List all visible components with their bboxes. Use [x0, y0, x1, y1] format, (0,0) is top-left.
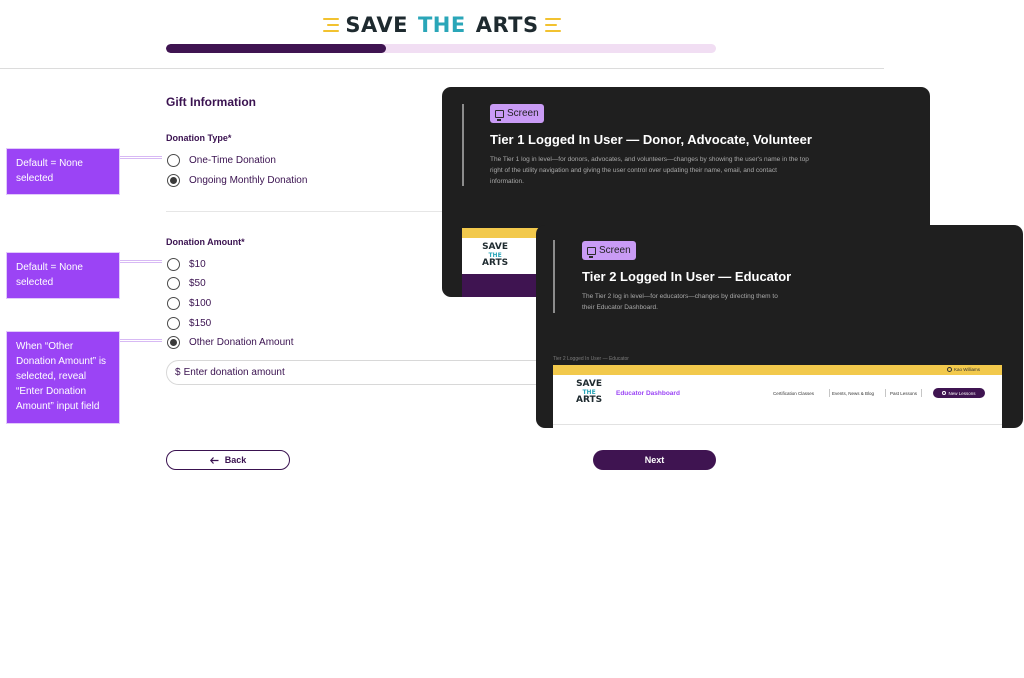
- preview-utility-bar: [553, 365, 1002, 375]
- radio-label: One-Time Donation: [189, 154, 276, 166]
- radio-amount-100[interactable]: $100: [167, 296, 211, 310]
- donation-amount-input[interactable]: $ Enter donation amount: [166, 360, 566, 385]
- next-label: Next: [644, 455, 665, 465]
- user-icon: [947, 367, 952, 372]
- nav-separator: [829, 389, 830, 397]
- annotation-type-default: Default = None selected: [6, 148, 120, 195]
- new-lessons-label: New Lessons: [948, 390, 976, 396]
- back-label: Back: [224, 455, 247, 465]
- nav-separator: [921, 389, 922, 397]
- radio-label: $150: [189, 317, 212, 329]
- form-progress-bar: [166, 44, 716, 53]
- card-description: The Tier 1 log in level—for donors, advo…: [490, 156, 809, 185]
- preview-utility-bar: [462, 228, 542, 238]
- frame-caption: Tier 2 Logged In User — Educator: [553, 356, 629, 362]
- logo-word-arts: ARTS: [475, 13, 539, 37]
- card-description: The Tier 2 log in level—for educators—ch…: [582, 293, 778, 311]
- radio-ongoing-monthly-donation[interactable]: Ongoing Monthly Donation: [167, 173, 307, 187]
- screen-chip: Screen: [582, 241, 636, 260]
- radio-button[interactable]: [167, 276, 180, 290]
- annotation-other-reveal: When “Other Donation Amount” is selected…: [6, 331, 120, 424]
- utility-user[interactable]: Kao Williams: [947, 367, 980, 372]
- chip-label: Screen: [599, 245, 631, 256]
- logo-left-dashes: [323, 18, 340, 32]
- radio-one-time-donation[interactable]: One-Time Donation: [167, 153, 276, 167]
- radio-button[interactable]: [167, 316, 180, 330]
- radio-label: $10: [189, 258, 206, 270]
- radio-amount-50[interactable]: $50: [167, 276, 206, 290]
- card-title: Tier 1 Logged In User — Donor, Advocate,…: [490, 132, 812, 147]
- nav-certification-classes[interactable]: Certification Classes: [773, 391, 814, 396]
- next-button[interactable]: Next: [593, 450, 716, 470]
- new-lessons-button[interactable]: New Lessons: [933, 388, 985, 398]
- radio-label: $50: [189, 277, 206, 289]
- arrow-left-icon: [209, 456, 219, 464]
- annotation-text: Default = None selected: [16, 262, 83, 288]
- donation-type-label: Donation Type*: [166, 133, 232, 143]
- card-accent-bar: [462, 104, 464, 186]
- progress-bar-fill: [166, 44, 386, 53]
- chip-label: Screen: [507, 108, 539, 119]
- card-accent-bar: [553, 240, 555, 313]
- card-title: Tier 2 Logged In User — Educator: [582, 269, 792, 284]
- annotation-connector: [120, 339, 162, 342]
- back-button[interactable]: Back: [166, 450, 290, 470]
- save-the-arts-logo[interactable]: SAVE THE ARTS: [323, 11, 561, 39]
- lessons-icon: [942, 391, 947, 395]
- annotation-text: Default = None selected: [16, 158, 83, 184]
- radio-button[interactable]: [167, 335, 180, 349]
- currency-prefix: $: [175, 367, 181, 378]
- educator-dashboard-label[interactable]: Educator Dashboard: [616, 390, 680, 397]
- annotation-text: When “Other Donation Amount” is selected…: [16, 341, 107, 412]
- radio-label: Ongoing Monthly Donation: [189, 174, 308, 186]
- header-divider: [0, 68, 884, 69]
- screen-card-tier-2: Screen Tier 2 Logged In User — Educator …: [536, 225, 1023, 428]
- nav-past-lessons[interactable]: Past Lessons: [890, 391, 917, 396]
- annotation-amount-default: Default = None selected: [6, 252, 120, 299]
- annotation-connector: [120, 156, 162, 159]
- preview-logo[interactable]: SAVE THE ARTS: [576, 380, 602, 405]
- logo-right-dashes: [544, 18, 561, 32]
- user-name: Kao Williams: [954, 367, 981, 372]
- radio-button[interactable]: [167, 296, 180, 310]
- preview-header-divider: [553, 424, 1002, 425]
- section-title: Gift Information: [166, 95, 256, 109]
- radio-label: $100: [189, 297, 212, 309]
- radio-button[interactable]: [167, 257, 180, 271]
- preview-header: [553, 375, 1002, 428]
- amount-placeholder: Enter donation amount: [183, 367, 285, 378]
- radio-amount-other[interactable]: Other Donation Amount: [167, 335, 294, 349]
- nav-events-news-blog[interactable]: Events, News & Blog: [832, 391, 874, 396]
- nav-separator: [885, 389, 886, 397]
- logo-word-the: THE: [417, 13, 466, 37]
- logo-word-save: SAVE: [345, 13, 408, 37]
- radio-amount-10[interactable]: $10: [167, 257, 206, 271]
- radio-amount-150[interactable]: $150: [167, 316, 211, 330]
- monitor-icon: [587, 246, 596, 258]
- radio-button[interactable]: [167, 153, 180, 167]
- monitor-icon: [495, 109, 504, 121]
- screen-chip: Screen: [490, 104, 544, 123]
- section-divider: [166, 211, 456, 212]
- preview-logo: SAVE THE ARTS: [482, 242, 509, 268]
- annotation-connector: [120, 260, 162, 263]
- donation-amount-label: Donation Amount*: [166, 237, 245, 247]
- radio-label: Other Donation Amount: [189, 336, 294, 348]
- preview-footer-band: [462, 274, 542, 297]
- radio-button[interactable]: [167, 173, 180, 187]
